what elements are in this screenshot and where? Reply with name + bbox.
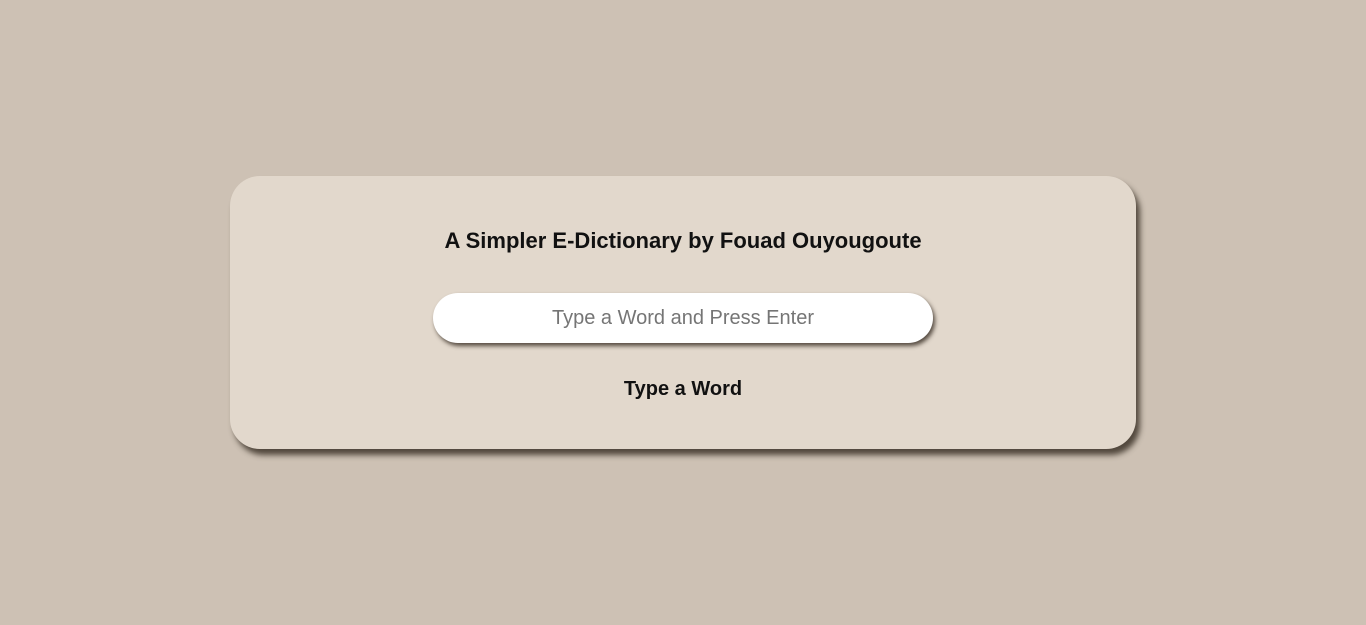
dictionary-card: A Simpler E-Dictionary by Fouad Ouyougou…: [230, 176, 1136, 449]
search-input[interactable]: [433, 293, 933, 343]
result-text: Type a Word: [623, 378, 743, 400]
page-title: A Simpler E-Dictionary by Fouad Ouyougou…: [444, 228, 922, 253]
search-box: [433, 293, 933, 343]
